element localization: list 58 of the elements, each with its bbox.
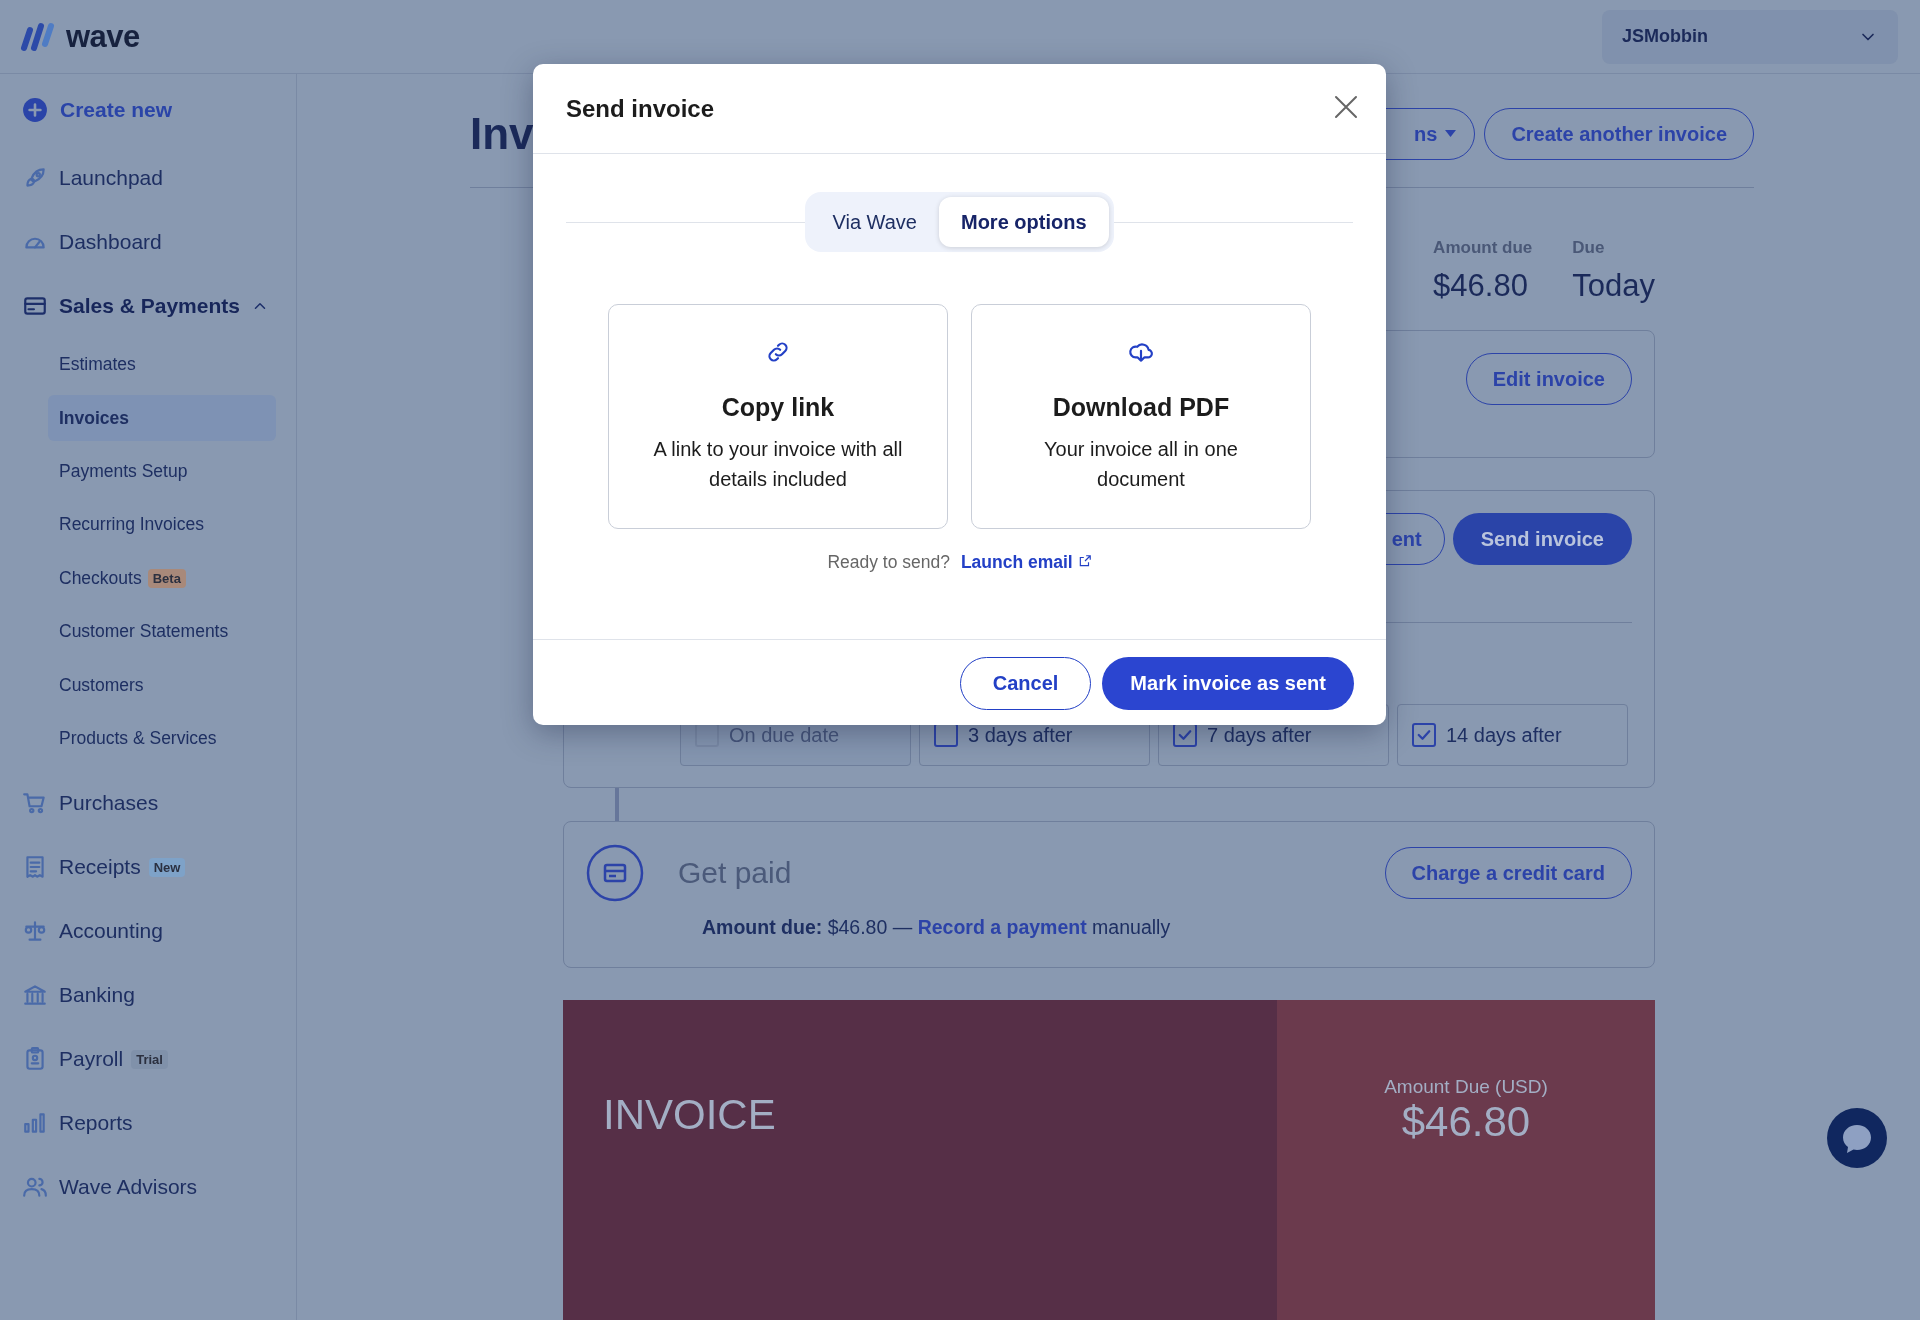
option-title: Download PDF (1052, 393, 1230, 422)
tab[interactable]: Via Wave (810, 197, 939, 247)
summary-value: Today (1572, 268, 1655, 304)
record-payment-link[interactable]: Record a payment (917, 916, 1087, 938)
invoice-heading: INVOICE (603, 1091, 776, 1139)
sidebar-item[interactable]: Receipts New (0, 835, 296, 900)
get-paid-title: Get paid (678, 856, 792, 890)
card-icon (586, 844, 644, 902)
mark-as-sent-button[interactable]: Mark invoice as sent (1102, 657, 1354, 710)
amount-due-label: Amount Due (USD) (1384, 1076, 1548, 1098)
amount-due-text: Amount due: $46.80 — Record a payment manually (702, 916, 1172, 939)
create-new-button[interactable]: Create new (0, 74, 296, 146)
link-icon (765, 339, 791, 365)
sidebar-subitem[interactable]: Estimates (48, 338, 276, 392)
summary-label: Due (1572, 238, 1606, 258)
option-title: Copy link (721, 393, 835, 422)
chat-bubble-icon[interactable] (1827, 1108, 1887, 1168)
page-title: Inv (470, 109, 534, 159)
sidebar-item[interactable]: Reports (0, 1091, 296, 1156)
close-icon (1332, 93, 1360, 121)
launch-email-link[interactable]: Launch email (960, 552, 1092, 572)
sidebar-item[interactable]: Dashboard (0, 210, 296, 274)
summary-label: Amount due (1433, 238, 1533, 258)
sidebar-subitem[interactable]: Customer Statements (48, 604, 276, 659)
sidebar-item[interactable]: Sales & Payments (0, 274, 296, 338)
sidebar-item[interactable]: Wave Advisors (0, 1155, 296, 1220)
sidebar-subitem[interactable]: Products & Services (48, 711, 276, 766)
sidebar-item[interactable]: Accounting (0, 899, 296, 964)
plus-circle-icon (22, 97, 48, 123)
sidebar-item[interactable]: Payroll Trial (0, 1027, 296, 1092)
cancel-button[interactable]: Cancel (959, 657, 1092, 710)
sidebar-item[interactable]: Purchases (0, 771, 296, 836)
ready-to-send-text: Ready to send? Launch email (533, 552, 1386, 573)
summary-value: $46.80 (1433, 268, 1529, 304)
badge: New (148, 857, 186, 877)
option-description: Your invoice all in one document (1043, 437, 1239, 492)
send-invoice-button[interactable]: Send invoice (1452, 513, 1632, 565)
sidebar-subitem[interactable]: Checkouts Beta (48, 551, 276, 605)
badge: Trial (131, 1049, 168, 1069)
share-option-card[interactable]: Copy link A link to your invoice with all details included (608, 304, 948, 529)
share-option-card[interactable]: Download PDF Your invoice all in one document (971, 304, 1311, 529)
sidebar-subitem[interactable]: Recurring Invoices (48, 498, 276, 552)
sidebar-item[interactable]: Launchpad (0, 146, 296, 210)
caret-icon (1445, 130, 1457, 138)
tab[interactable]: More options (938, 197, 1109, 247)
option-description: A link to your invoice with all details included (652, 437, 904, 492)
modal-title: Send invoice (566, 94, 715, 123)
external-link-icon (1077, 554, 1092, 568)
badge: Beta (147, 568, 186, 588)
wave-logo-text: wave (66, 18, 140, 55)
account-dropdown[interactable]: JSMobbin (1602, 9, 1898, 64)
amount-due-value: $46.80 (1401, 1098, 1531, 1146)
sidebar-subitem[interactable]: Invoices (48, 395, 276, 442)
sidebar-subitem[interactable]: Customers (48, 658, 276, 712)
sidebar-subitem[interactable]: Payments Setup (48, 444, 276, 499)
checkbox[interactable] (1412, 723, 1436, 747)
sidebar-item[interactable]: Banking (0, 963, 296, 1028)
reminder-option[interactable]: 14 days after (1397, 704, 1628, 766)
